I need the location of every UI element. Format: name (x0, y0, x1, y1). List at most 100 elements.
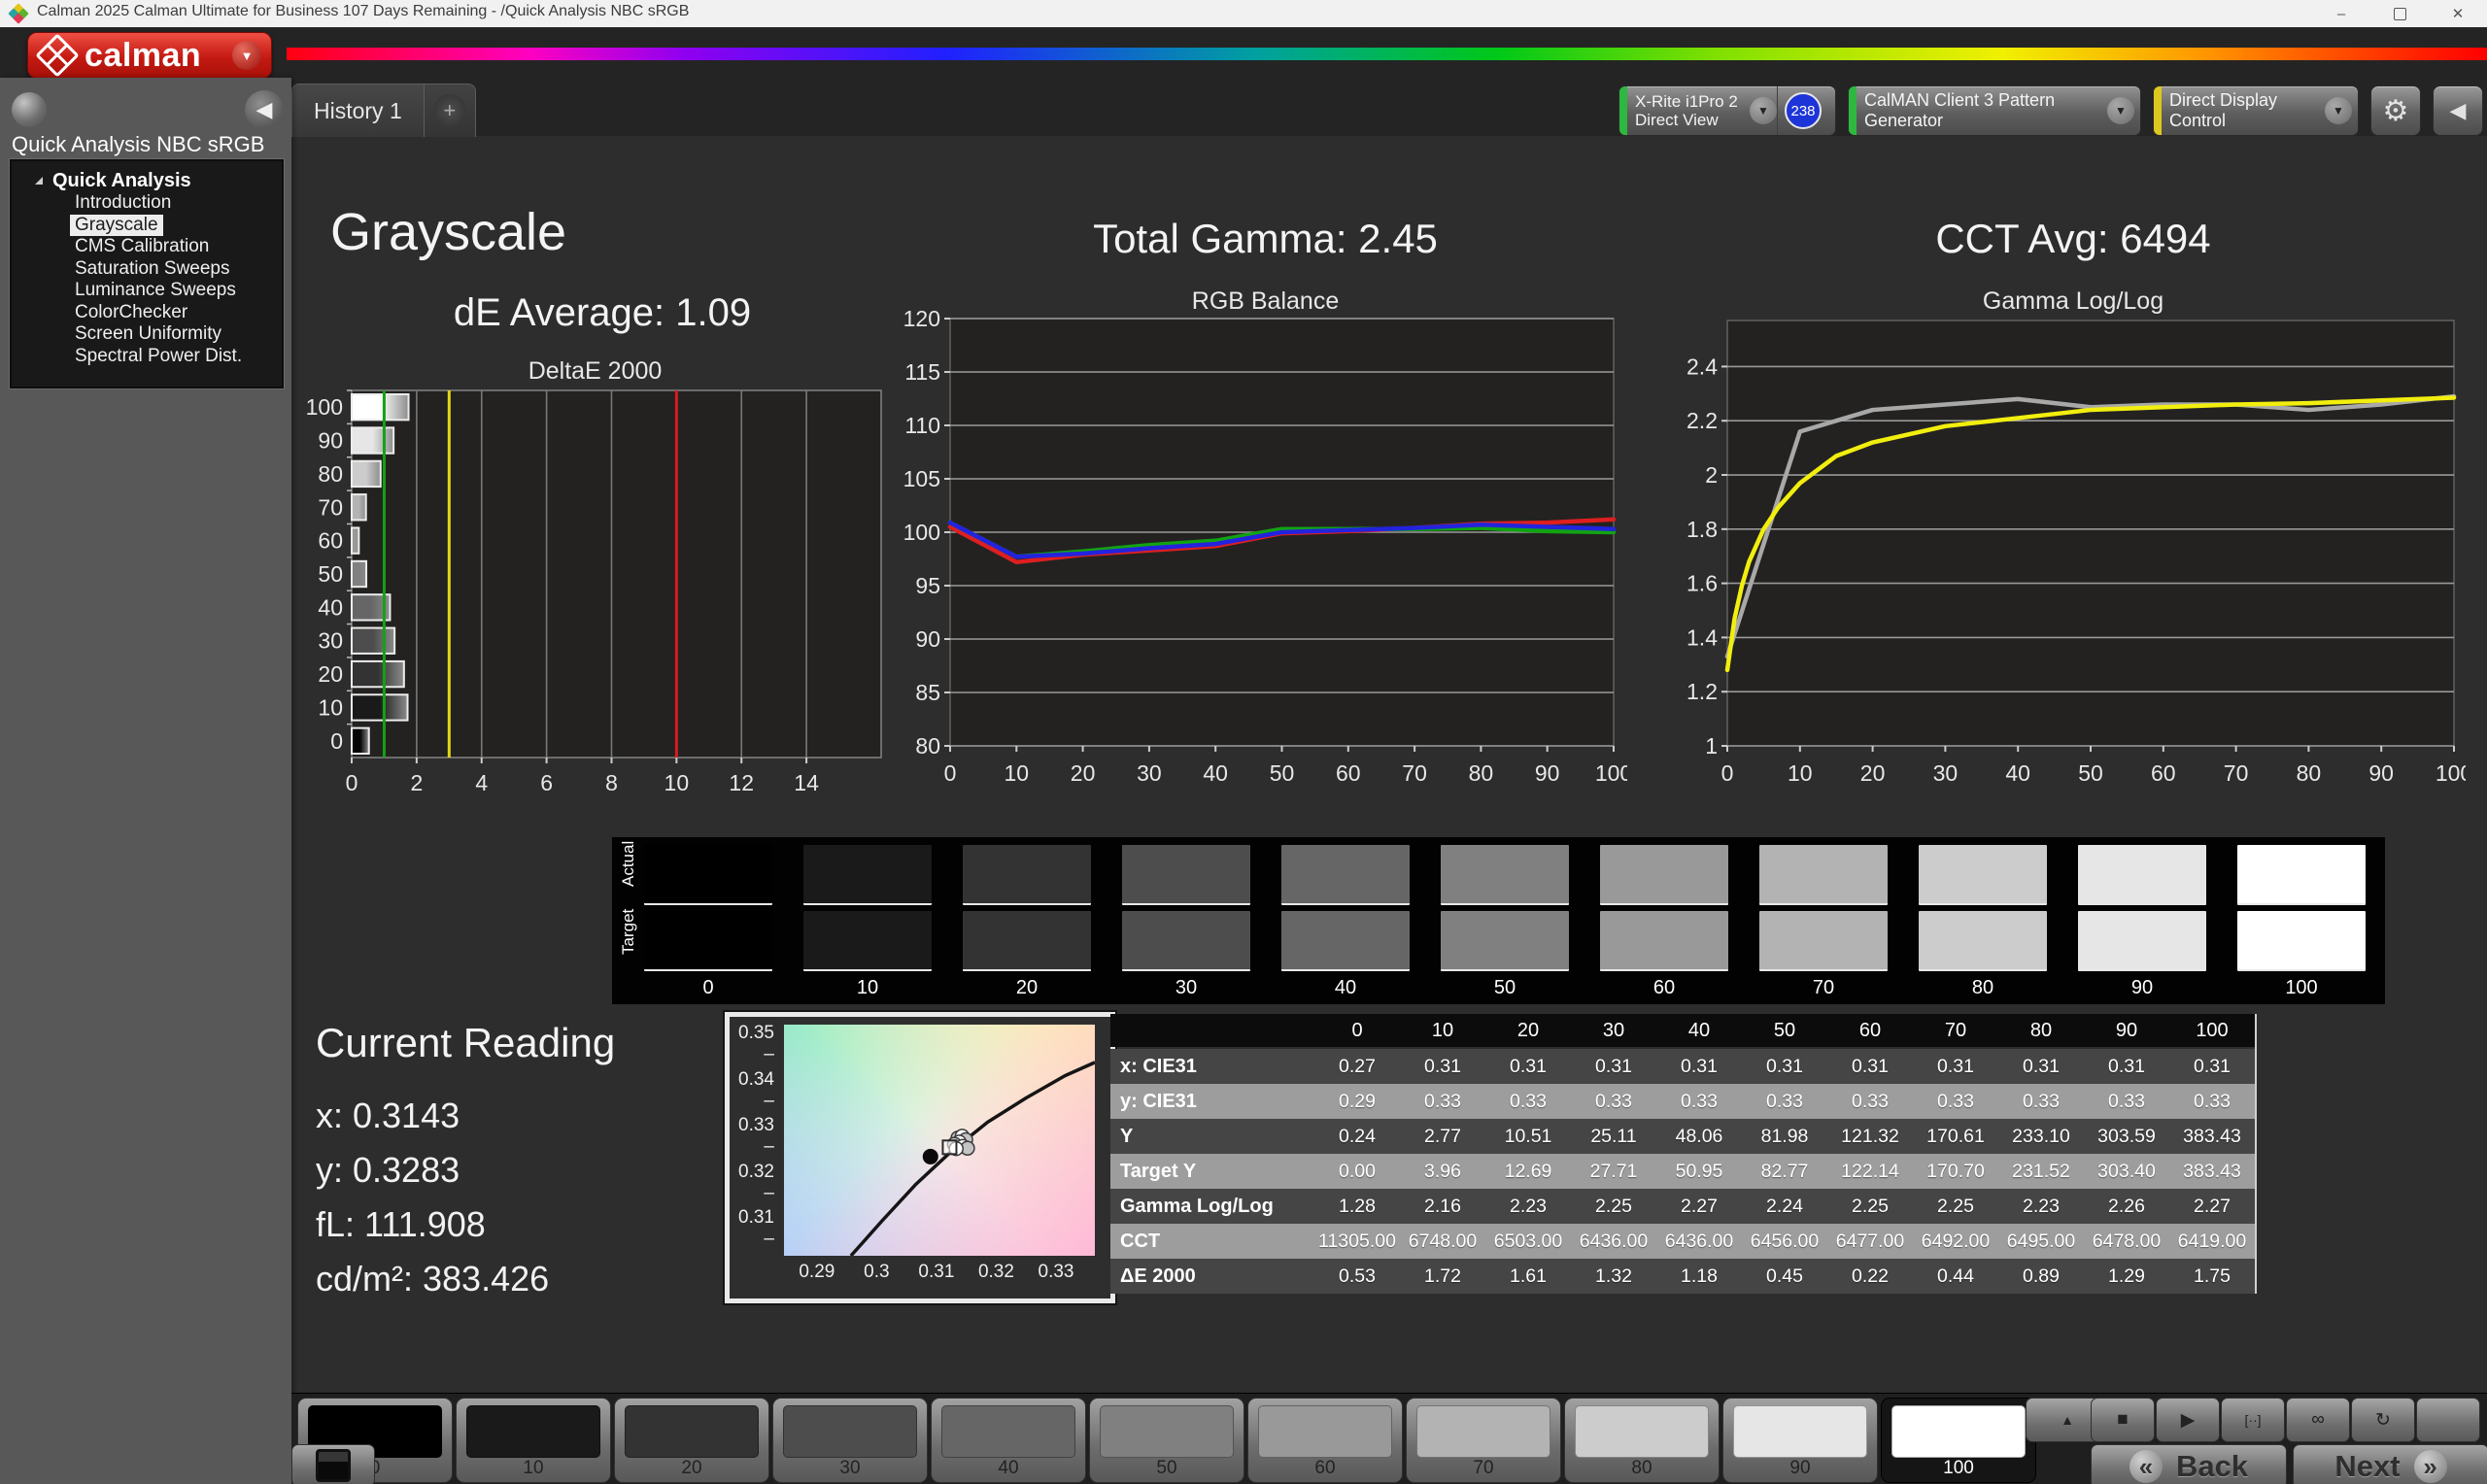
pattern-label-70: 70 (1407, 1458, 1560, 1479)
swatch-actual-10 (803, 845, 932, 905)
cie-y-tick-0.35: 0.35 – (732, 1023, 774, 1065)
add-tab-button[interactable]: + (425, 84, 476, 137)
transport-pattern-series-button[interactable]: [··] (2221, 1398, 2285, 1442)
svg-text:120: 120 (903, 306, 940, 331)
pattern-swatch-20 (625, 1405, 759, 1458)
sidebar-item-colorchecker[interactable]: ColorChecker (70, 302, 192, 324)
swatch-level-label-20: 20 (963, 977, 1091, 999)
swatch-actual-100 (2237, 845, 2366, 905)
svg-text:12: 12 (729, 770, 754, 795)
transport-extra-button[interactable] (2416, 1398, 2480, 1442)
transport-refresh-button[interactable]: ↻ (2351, 1398, 2415, 1442)
sidebar-item-cms-calibration[interactable]: CMS Calibration (70, 236, 214, 258)
swatch-actual-30 (1122, 845, 1250, 905)
pattern-window-button[interactable] (291, 1444, 375, 1484)
play-icon: ▶ (2172, 1404, 2203, 1435)
workflow-sidebar: ◀ Quick Analysis NBC sRGB Quick Analysis… (0, 78, 291, 1484)
pattern-button-20[interactable]: 20 (614, 1398, 769, 1483)
svg-text:0: 0 (346, 770, 358, 795)
maximize-icon (2394, 8, 2406, 20)
cct-average-value: CCT Avg: 6494 (1681, 216, 2466, 262)
next-button[interactable]: Next » (2293, 1444, 2487, 1484)
sidebar-collapse-button[interactable]: ◀ (245, 90, 284, 129)
swatch-target-10 (803, 911, 932, 971)
tab-history-1[interactable]: History 1 (291, 84, 425, 137)
close-button[interactable]: ✕ (2429, 0, 2487, 27)
pattern-button-70[interactable]: 70 (1406, 1398, 1561, 1483)
svg-text:85: 85 (915, 680, 940, 705)
table-cell-3-8: 231.52 (1998, 1154, 2084, 1189)
back-button[interactable]: « Back (2091, 1444, 2287, 1484)
pattern-button-10[interactable]: 10 (456, 1398, 611, 1483)
svg-text:60: 60 (1336, 760, 1361, 786)
swatch-row-label-target: Target (619, 926, 638, 955)
sidebar-sphere-button[interactable] (12, 92, 47, 127)
display-control-dropdown[interactable]: Direct Display Control ▼ (2153, 85, 2359, 136)
table-column-header-90: 90 (2084, 1014, 2169, 1047)
cie-y-tick-0.31: 0.31 – (732, 1207, 774, 1250)
pattern-button-30[interactable]: 30 (772, 1398, 928, 1483)
sidebar-item-introduction[interactable]: Introduction (70, 192, 176, 215)
extra-icon (2433, 1404, 2464, 1435)
table-cell-5-10: 6419.00 (2169, 1224, 2255, 1259)
collapse-panel-button[interactable]: ◀ (2433, 85, 2483, 136)
table-cell-2-2: 10.51 (1485, 1119, 1571, 1154)
meter-dropdown[interactable]: X-Rite i1Pro 2Direct View ▼ 238 (1618, 85, 1836, 136)
transport-stop-button[interactable]: ■ (2091, 1398, 2155, 1442)
current-reading-cdm2: cd/m²: 383.426 (316, 1259, 549, 1299)
pattern-button-100[interactable]: 100 (1881, 1398, 2036, 1483)
svg-text:40: 40 (1203, 760, 1228, 786)
swatch-level-label-40: 40 (1281, 977, 1410, 999)
sidebar-item-spectral-power-dist-[interactable]: Spectral Power Dist. (70, 346, 247, 368)
swatch-target-100 (2237, 911, 2366, 971)
svg-text:90: 90 (1535, 760, 1560, 786)
refresh-icon: ↻ (2368, 1404, 2399, 1435)
sidebar-item-screen-uniformity[interactable]: Screen Uniformity (70, 323, 226, 346)
minimize-button[interactable]: – (2312, 0, 2370, 27)
sidebar-item-grayscale[interactable]: Grayscale (70, 215, 163, 237)
transport-continuous-button[interactable]: ∞ (2286, 1398, 2350, 1442)
svg-text:0: 0 (944, 760, 957, 786)
table-cell-0-3: 0.31 (1571, 1049, 1656, 1084)
chevron-up-icon: ▲ (2052, 1404, 2083, 1435)
swatch-level-label-10: 10 (803, 977, 932, 999)
table-cell-5-5: 6456.00 (1742, 1224, 1827, 1259)
deltae-bar-chart: 024681012141009080706050403020100 (291, 379, 899, 811)
pattern-button-40[interactable]: 40 (931, 1398, 1086, 1483)
svg-text:50: 50 (318, 561, 343, 587)
sidebar-item-luminance-sweeps[interactable]: Luminance Sweeps (70, 280, 241, 302)
cie-chromaticity-chart: 0.35 –0.34 –0.33 –0.32 –0.31 –0.290.30.3… (725, 1012, 1115, 1303)
pattern-button-60[interactable]: 60 (1247, 1398, 1403, 1483)
pattern-swatch-60 (1258, 1405, 1392, 1458)
pattern-button-50[interactable]: 50 (1089, 1398, 1244, 1483)
svg-text:100: 100 (903, 520, 940, 545)
calman-diamond-icon (35, 33, 79, 77)
pattern-swatch-40 (941, 1405, 1075, 1458)
settings-button[interactable]: ⚙ (2370, 85, 2421, 136)
workflow-tree: Quick Analysis IntroductionGrayscaleCMS … (10, 159, 284, 388)
sidebar-item-saturation-sweeps[interactable]: Saturation Sweeps (70, 258, 235, 281)
calman-menu-button[interactable]: calman ▼ (27, 32, 272, 79)
meter-count-badge[interactable]: 238 (1785, 92, 1822, 129)
pattern-button-80[interactable]: 80 (1564, 1398, 1720, 1483)
transport-play-button[interactable]: ▶ (2156, 1398, 2220, 1442)
swatch-level-label-30: 30 (1122, 977, 1250, 999)
pattern-button-90[interactable]: 90 (1722, 1398, 1878, 1483)
table-cell-0-6: 0.31 (1827, 1049, 1913, 1084)
tree-root-quick-analysis[interactable]: Quick Analysis (12, 169, 282, 192)
table-cell-3-4: 50.95 (1656, 1154, 1742, 1189)
table-cell-4-6: 2.25 (1827, 1189, 1913, 1224)
measurement-table: 0102030405060708090100x: CIE310.270.310.… (1110, 1014, 2257, 1294)
cie-x-tick-0.31: 0.31 (907, 1262, 966, 1283)
table-cell-5-8: 6495.00 (1998, 1224, 2084, 1259)
tree-expand-icon[interactable] (35, 177, 43, 185)
maximize-button[interactable] (2370, 0, 2429, 27)
svg-text:10: 10 (664, 770, 690, 795)
svg-text:10: 10 (1788, 760, 1813, 786)
pattern-swatch-100 (1891, 1405, 2026, 1458)
table-cell-1-6: 0.33 (1827, 1084, 1913, 1119)
chevron-down-icon: ▼ (1750, 97, 1777, 124)
table-cell-1-2: 0.33 (1485, 1084, 1571, 1119)
pattern-generator-dropdown[interactable]: CalMAN Client 3 Pattern Generator ▼ (1848, 85, 2141, 136)
calman-menu-arrow-icon[interactable]: ▼ (232, 41, 261, 70)
